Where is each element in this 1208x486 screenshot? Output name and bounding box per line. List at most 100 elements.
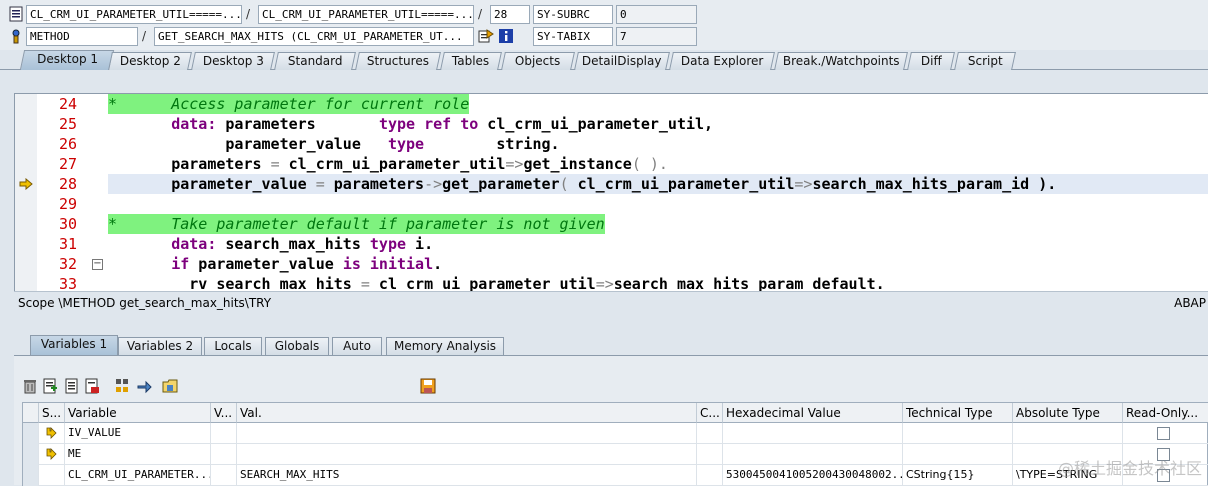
tab-tables[interactable]: Tables (440, 52, 502, 70)
tab-objects[interactable]: Objects (501, 52, 575, 70)
hex-cell[interactable] (723, 423, 903, 444)
folder-icon[interactable] (162, 378, 178, 394)
v-cell (211, 465, 237, 486)
tab-detaildisplay[interactable]: DetailDisplay (574, 52, 670, 70)
variable-cell[interactable]: CL_CRM_UI_PARAMETER... (65, 465, 211, 486)
sysvar-name-field[interactable]: SY-SUBRC (533, 5, 613, 24)
detail-view-icon[interactable] (64, 378, 80, 394)
tab-auto[interactable]: Auto (332, 337, 382, 355)
variable-cell[interactable]: IV_VALUE (65, 423, 211, 444)
event-type-field[interactable]: METHOD (26, 27, 138, 46)
column-header-read-only[interactable]: Read-Only... (1123, 403, 1208, 423)
line-number: 33 (37, 274, 77, 291)
code-line-24[interactable]: 24 * Access parameter for current role (15, 94, 1208, 114)
tab-diff[interactable]: Diff (907, 52, 955, 70)
table-row[interactable]: CL_CRM_UI_PARAMETER... SEARCH_MAX_HITS 5… (23, 465, 1208, 486)
separator: / (142, 29, 146, 43)
column-header-status[interactable]: S... (39, 403, 65, 423)
column-header-hex[interactable]: Hexadecimal Value (723, 403, 903, 423)
line-number: 28 (37, 174, 77, 194)
collapse-block-icon[interactable]: − (92, 259, 103, 270)
value-cell[interactable]: SEARCH_MAX_HITS (237, 465, 697, 486)
row-selector[interactable] (23, 444, 39, 465)
column-header-v[interactable]: V... (211, 403, 237, 423)
code-comment: * Access parameter for current role (108, 94, 469, 114)
code-line-26[interactable]: 26 parameter_value type string. (15, 134, 1208, 154)
hex-cell[interactable] (723, 444, 903, 465)
navigate-icon[interactable] (478, 28, 494, 44)
column-header-technical-type[interactable]: Technical Type (903, 403, 1013, 423)
include-name-field[interactable]: CL_CRM_UI_PARAMETER_UTIL=====... (258, 5, 474, 24)
sysvar-value-field: 0 (616, 5, 697, 24)
c-cell (697, 444, 723, 465)
status-cell (39, 465, 65, 486)
desktop-tab-strip: Desktop 1 Desktop 2 Desktop 3 Standard S… (0, 50, 1208, 70)
line-number: 31 (37, 234, 77, 254)
tab-break-watchpoints[interactable]: Break./Watchpoints (774, 52, 908, 70)
code-line-25[interactable]: 25 data: parameters type ref to cl_crm_u… (15, 114, 1208, 134)
line-number: 26 (37, 134, 77, 154)
read-only-checkbox[interactable] (1157, 427, 1170, 440)
tab-desktop-3[interactable]: Desktop 3 (191, 52, 275, 70)
column-header-absolute-type[interactable]: Absolute Type (1013, 403, 1123, 423)
code-comment: * Take parameter default if parameter is… (108, 214, 605, 234)
tab-desktop-1[interactable]: Desktop 1 (20, 50, 114, 70)
hex-cell[interactable]: 5300450041005200430048002... (723, 465, 903, 486)
program-name-field[interactable]: CL_CRM_UI_PARAMETER_UTIL=====... (26, 5, 242, 24)
status-cell (39, 444, 65, 465)
debugger-header: CL_CRM_UI_PARAMETER_UTIL=====... / CL_CR… (0, 0, 1208, 50)
tab-memory-analysis[interactable]: Memory Analysis (386, 337, 504, 355)
tab-variables-2[interactable]: Variables 2 (118, 337, 202, 355)
value-cell[interactable] (237, 444, 697, 465)
tab-data-explorer[interactable]: Data Explorer (669, 52, 775, 70)
scope-label: Scope \METHOD get_search_max_hits\TRY (18, 292, 271, 314)
code-line-32[interactable]: 32 − if parameter_value is initial. (15, 254, 1208, 274)
code-line-33[interactable]: 33 rv_search_max_hits = cl_crm_ui_parame… (15, 274, 1208, 291)
column-header-c[interactable]: C... (697, 403, 723, 423)
code-text: data: parameters type ref to cl_crm_ui_p… (108, 114, 713, 134)
code-line-29[interactable]: 29 (15, 194, 1208, 214)
header-row-program: CL_CRM_UI_PARAMETER_UTIL=====... / CL_CR… (0, 3, 1208, 25)
technical-type-cell: CString{15} (903, 465, 1013, 486)
insert-row-icon[interactable] (42, 378, 58, 394)
delete-row-icon[interactable] (84, 378, 100, 394)
row-selector[interactable] (23, 465, 39, 486)
tab-globals[interactable]: Globals (265, 337, 329, 355)
table-row[interactable]: ME (23, 444, 1208, 465)
read-only-cell (1123, 423, 1208, 444)
row-selector[interactable] (23, 423, 39, 444)
hierarchy-icon[interactable] (114, 378, 130, 394)
save-icon[interactable] (420, 378, 436, 394)
column-header-value[interactable]: Val. (237, 403, 697, 423)
code-line-31[interactable]: 31 data: search_max_hits type i. (15, 234, 1208, 254)
watermark: @稀土掘金技术社区 (1058, 455, 1202, 479)
table-row[interactable]: IV_VALUE (23, 423, 1208, 444)
line-number: 27 (37, 154, 77, 174)
line-number: 30 (37, 214, 77, 234)
column-header-variable[interactable]: Variable (65, 403, 211, 423)
line-number-field[interactable]: 28 (490, 5, 530, 24)
line-number: 24 (37, 94, 77, 114)
line-number: 32 (37, 254, 77, 274)
tab-standard[interactable]: Standard (274, 52, 356, 70)
v-cell (211, 444, 237, 465)
current-statement-arrow-icon (19, 178, 33, 190)
tab-desktop-2[interactable]: Desktop 2 (108, 52, 192, 70)
sysvar-name-field[interactable]: SY-TABIX (533, 27, 613, 46)
navigate-to-icon[interactable] (136, 378, 152, 394)
info-icon[interactable] (498, 28, 514, 44)
delete-icon[interactable] (22, 378, 38, 394)
variable-cell[interactable]: ME (65, 444, 211, 465)
column-header-select[interactable] (23, 403, 39, 423)
absolute-type-cell (1013, 423, 1123, 444)
code-line-28[interactable]: 28 parameter_value = parameters->get_par… (15, 174, 1208, 194)
source-code-editor[interactable]: 24 * Access parameter for current role 2… (14, 93, 1208, 291)
tab-script[interactable]: Script (954, 52, 1016, 70)
tab-locals[interactable]: Locals (204, 337, 262, 355)
value-cell[interactable] (237, 423, 697, 444)
tab-structures[interactable]: Structures (355, 52, 441, 70)
code-line-27[interactable]: 27 parameters = cl_crm_ui_parameter_util… (15, 154, 1208, 174)
tab-variables-1[interactable]: Variables 1 (30, 335, 118, 355)
code-line-30[interactable]: 30 * Take parameter default if parameter… (15, 214, 1208, 234)
event-name-field[interactable]: GET_SEARCH_MAX_HITS (CL_CRM_UI_PARAMETER… (154, 27, 474, 46)
